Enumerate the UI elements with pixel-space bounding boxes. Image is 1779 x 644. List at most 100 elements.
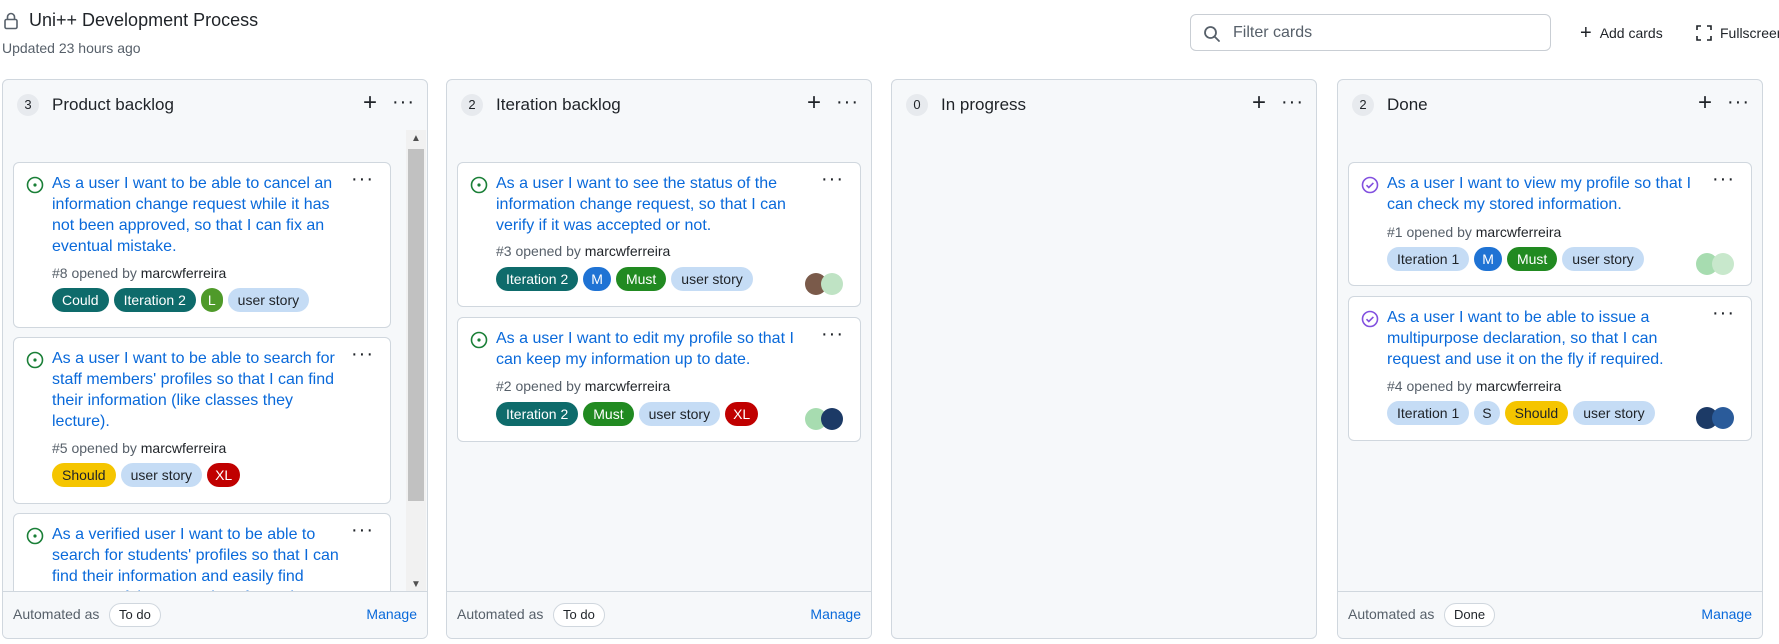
filter-cards-input[interactable] <box>1231 21 1535 45</box>
scrollbar-thumb[interactable] <box>408 149 424 501</box>
avatar[interactable] <box>1712 253 1734 275</box>
label-iteration[interactable]: Iteration 2 <box>496 402 579 426</box>
label-user-story[interactable]: user story <box>638 402 721 426</box>
column-menu-button[interactable]: ··· <box>836 88 859 116</box>
label-s[interactable]: S <box>1474 401 1500 425</box>
card-labels: Iteration 2 Must user story XL <box>496 402 759 426</box>
open-issue-icon <box>26 527 44 545</box>
label-m[interactable]: M <box>1474 247 1502 271</box>
card-title[interactable]: As a user I want to be able to cancel an… <box>52 173 352 257</box>
closed-issue-icon <box>1361 176 1379 194</box>
card[interactable]: As a user I want to be able to issue a m… <box>1348 296 1752 441</box>
card-title[interactable]: As a user I want to edit my profile so t… <box>496 328 816 370</box>
label-user-story[interactable]: user story <box>1573 401 1655 425</box>
card-menu-button[interactable]: ··· <box>821 323 844 346</box>
card[interactable]: As a user I want to see the status of th… <box>457 162 861 307</box>
column-menu-button[interactable]: ··· <box>1281 88 1304 116</box>
manage-link[interactable]: Manage <box>1701 606 1752 622</box>
label-user-story[interactable]: user story <box>671 267 753 291</box>
column-iteration-backlog: 2 Iteration backlog + ··· As a user I wa… <box>446 79 872 639</box>
card-menu-button[interactable]: ··· <box>821 168 844 191</box>
label-iteration[interactable]: Iteration 2 <box>113 288 196 312</box>
column-header: 2 Done + ··· <box>1338 80 1762 130</box>
search-icon <box>1204 26 1220 42</box>
card[interactable]: As a verified user I want to be able to … <box>13 513 391 593</box>
avatar[interactable] <box>821 408 843 430</box>
card-menu-button[interactable]: ··· <box>351 168 374 191</box>
avatar[interactable] <box>1712 407 1734 429</box>
label-must[interactable]: Must <box>615 267 667 291</box>
add-card-button[interactable]: + <box>363 89 377 117</box>
column-title: Product backlog <box>52 95 174 114</box>
card-meta: #2 opened by marcwferreira <box>496 378 671 394</box>
automation-label: Automated as <box>13 606 100 622</box>
column-in-progress: 0 In progress + ··· <box>891 79 1317 639</box>
card[interactable]: As a user I want to edit my profile so t… <box>457 317 861 442</box>
manage-link[interactable]: Manage <box>366 606 417 622</box>
column-count: 0 <box>906 94 928 116</box>
label-xl[interactable]: XL <box>725 402 759 426</box>
column-header: 0 In progress + ··· <box>892 80 1316 130</box>
automation-label: Automated as <box>457 606 544 622</box>
plus-icon: + <box>1580 22 1592 44</box>
card[interactable]: As a user I want to view my profile so t… <box>1348 162 1752 286</box>
open-issue-icon <box>470 176 488 194</box>
label-m[interactable]: M <box>583 267 611 291</box>
automation-badge: Done <box>1444 603 1496 627</box>
label-should[interactable]: Should <box>52 463 116 487</box>
label-xl[interactable]: XL <box>207 463 241 487</box>
label-must[interactable]: Must <box>1506 247 1558 271</box>
card-labels: Could Iteration 2 L user story <box>52 288 310 312</box>
label-should[interactable]: Should <box>1504 401 1569 425</box>
card-labels: Iteration 2 M Must user story <box>496 267 753 291</box>
add-card-button[interactable]: + <box>807 89 821 117</box>
add-cards-button[interactable]: + Add cards <box>1580 18 1663 48</box>
label-must[interactable]: Must <box>583 402 634 426</box>
scroll-down-icon[interactable]: ▼ <box>411 579 421 590</box>
card[interactable]: As a user I want to be able to cancel an… <box>13 162 391 328</box>
fullscreen-icon <box>1696 25 1712 41</box>
column-footer: Automated as To do Manage <box>447 591 871 638</box>
scrollbar[interactable]: ▲ ▼ <box>406 130 426 593</box>
column-footer: Automated as To do Manage <box>3 591 427 638</box>
avatar[interactable] <box>821 273 843 295</box>
column-menu-button[interactable]: ··· <box>392 88 415 116</box>
open-issue-icon <box>26 176 44 194</box>
card-menu-button[interactable]: ··· <box>1712 168 1735 191</box>
automation-badge: To do <box>553 603 605 627</box>
open-issue-icon <box>26 351 44 369</box>
card-title[interactable]: As a verified user I want to be able to … <box>52 524 352 593</box>
updated-timestamp: Updated 23 hours ago <box>2 40 141 56</box>
column-count: 3 <box>17 94 39 116</box>
label-iteration[interactable]: Iteration 1 <box>1387 401 1470 425</box>
add-card-button[interactable]: + <box>1252 89 1266 117</box>
card-title[interactable]: As a user I want to view my profile so t… <box>1387 173 1707 215</box>
column-menu-button[interactable]: ··· <box>1727 88 1750 116</box>
column-footer: Automated as Done Manage <box>1338 591 1762 638</box>
fullscreen-label: Fullscreen <box>1720 25 1779 41</box>
column-header: 3 Product backlog + ··· <box>3 80 427 130</box>
column-done: 2 Done + ··· As a user I want to view my… <box>1337 79 1763 639</box>
card-title[interactable]: As a user I want to see the status of th… <box>496 173 816 236</box>
closed-issue-icon <box>1361 310 1379 328</box>
card-title[interactable]: As a user I want to be able to issue a m… <box>1387 307 1707 370</box>
column-title: Iteration backlog <box>496 95 621 114</box>
label-user-story[interactable]: user story <box>120 463 203 487</box>
label-iteration[interactable]: Iteration 1 <box>1387 247 1470 271</box>
card-menu-button[interactable]: ··· <box>1712 302 1735 325</box>
filter-cards-field[interactable] <box>1190 14 1551 51</box>
card-menu-button[interactable]: ··· <box>351 519 374 542</box>
manage-link[interactable]: Manage <box>810 606 861 622</box>
add-card-button[interactable]: + <box>1698 89 1712 117</box>
label-l[interactable]: L <box>200 288 223 312</box>
scroll-up-icon[interactable]: ▲ <box>411 133 421 144</box>
label-could[interactable]: Could <box>52 288 109 312</box>
fullscreen-button[interactable]: Fullscreen <box>1696 18 1779 48</box>
label-user-story[interactable]: user story <box>227 288 310 312</box>
add-cards-label: Add cards <box>1599 25 1663 41</box>
card-title[interactable]: As a user I want to be able to search fo… <box>52 348 352 432</box>
label-iteration[interactable]: Iteration 2 <box>496 267 579 291</box>
label-user-story[interactable]: user story <box>1562 247 1644 271</box>
card-menu-button[interactable]: ··· <box>351 343 374 366</box>
card[interactable]: As a user I want to be able to search fo… <box>13 337 391 504</box>
